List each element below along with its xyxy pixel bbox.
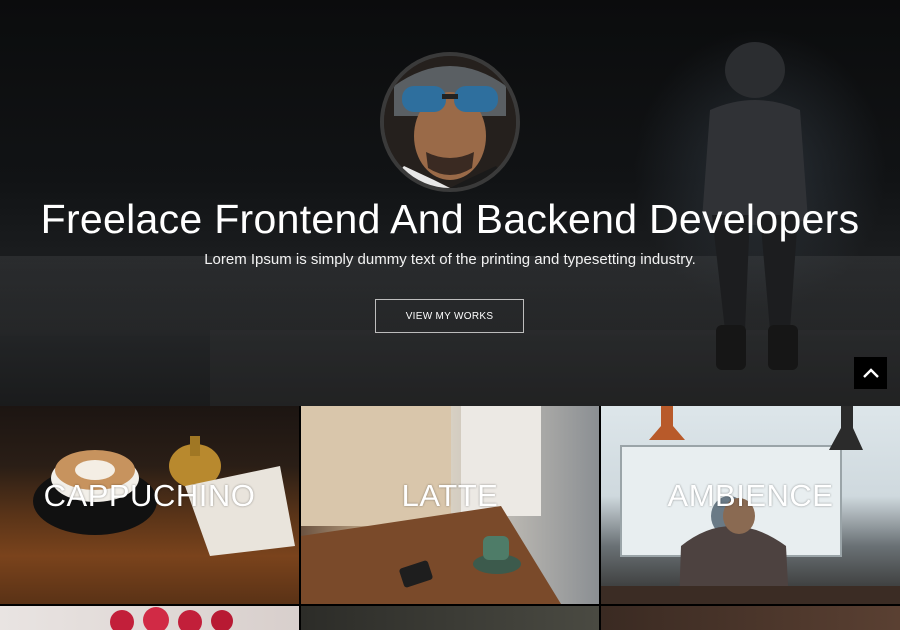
view-my-works-button[interactable]: VIEW MY WORKS (375, 299, 524, 333)
back-to-top-button[interactable] (854, 357, 887, 389)
hero-subtitle: Lorem Ipsum is simply dummy text of the … (204, 251, 696, 268)
gallery-tile-bottom-middle[interactable] (301, 606, 599, 630)
chevron-up-icon (862, 368, 879, 378)
profile-avatar (380, 52, 520, 192)
hero-section: Freelace Frontend And Backend Developers… (0, 0, 900, 406)
gallery-tile-bottom-right[interactable] (601, 606, 900, 630)
gallery-tile-raspberries[interactable] (0, 606, 299, 630)
gallery-tile-cappuchino[interactable]: CAPPUCHINO (0, 406, 299, 604)
avatar-portrait (384, 56, 516, 188)
gallery-tile-ambience[interactable]: AMBIENCE (601, 406, 900, 604)
raspberries-photo (110, 607, 233, 630)
tile-label: AMBIENCE (667, 478, 834, 513)
tile-label: LATTE (401, 478, 499, 513)
hero-title: Freelace Frontend And Backend Developers (40, 196, 860, 242)
gallery-tile-latte[interactable]: LATTE (301, 406, 599, 604)
tile-label: CAPPUCHINO (43, 478, 256, 513)
